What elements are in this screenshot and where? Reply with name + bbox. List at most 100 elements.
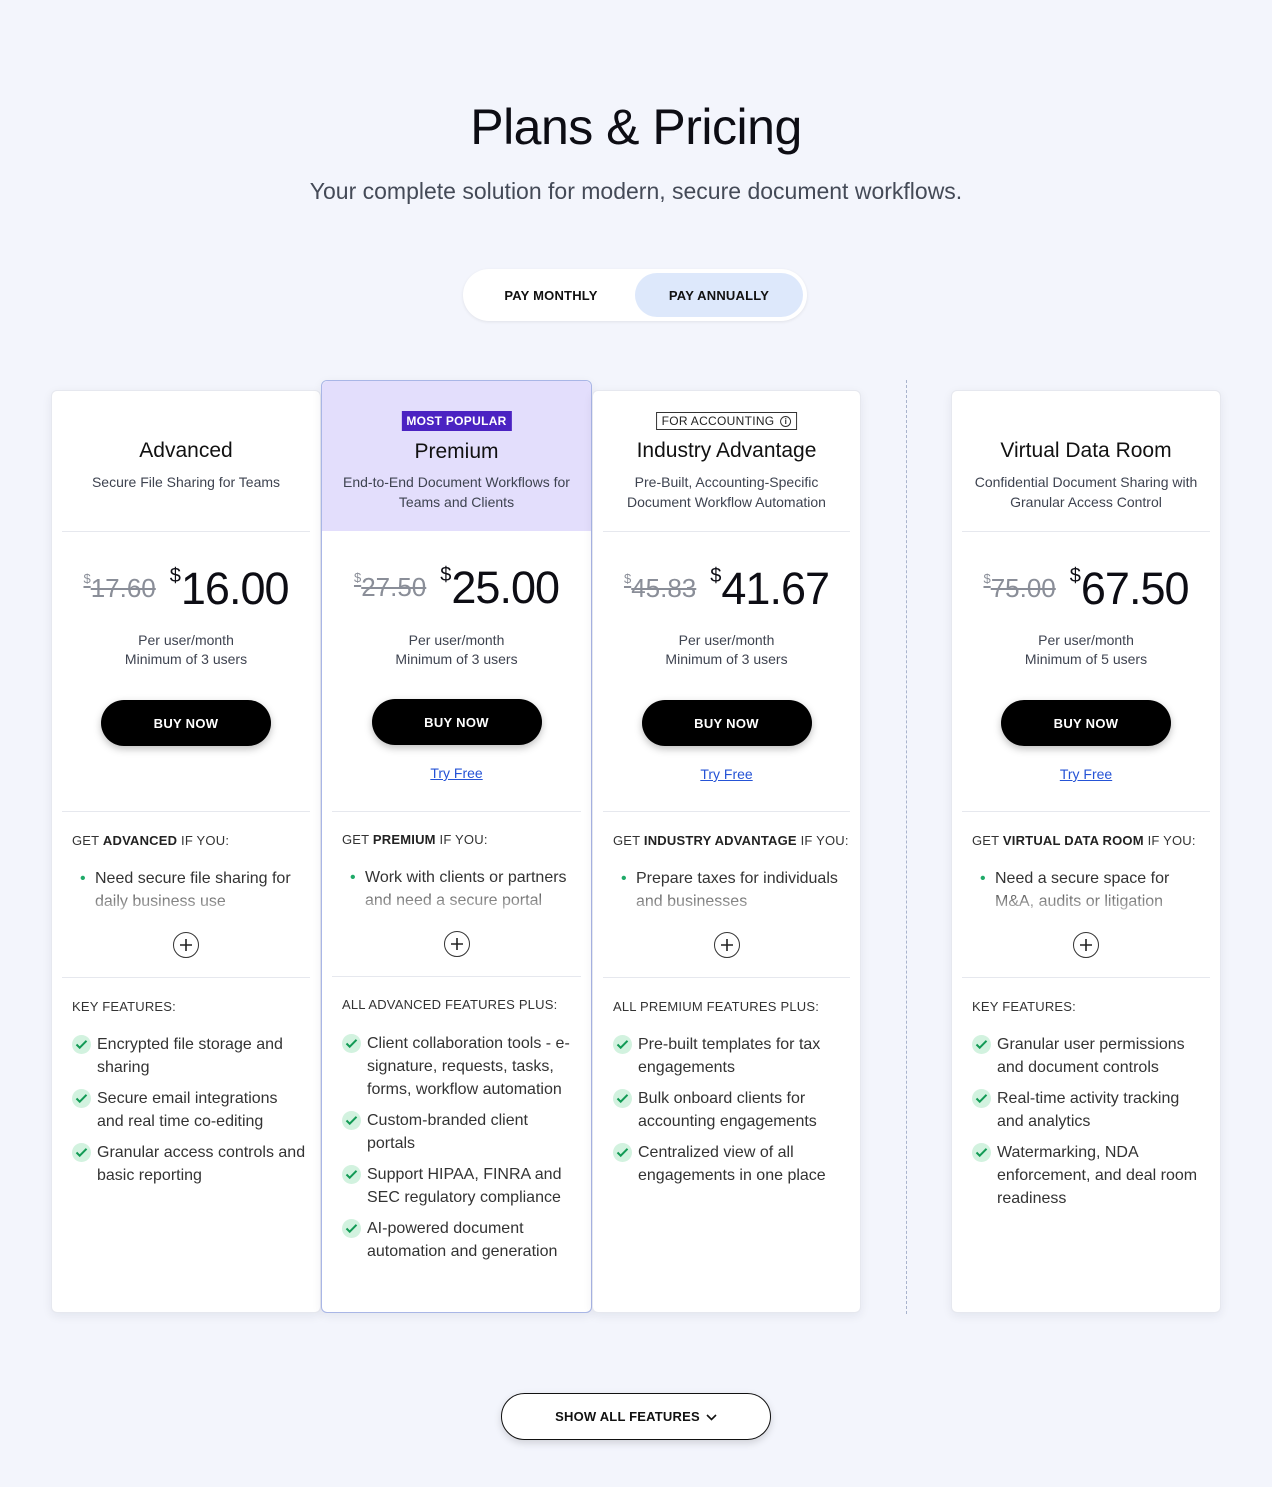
pay-monthly-button[interactable]: PAY MONTHLY <box>467 273 635 317</box>
expand-plus-icon[interactable] <box>173 932 199 958</box>
bullet-icon: • <box>350 869 356 886</box>
buy-now-button[interactable]: BUY NOW <box>1001 700 1171 746</box>
plan-header: Virtual Data Room Confidential Document … <box>952 391 1220 531</box>
plan-card-industry-advantage: FOR ACCOUNTING i Industry Advantage Pre-… <box>592 390 861 1313</box>
divider <box>332 531 581 532</box>
divider <box>603 977 850 978</box>
plan-name: Virtual Data Room <box>1000 439 1172 462</box>
plan-header: Advanced Secure File Sharing for Teams <box>52 391 320 531</box>
plan-tagline: Secure File Sharing for Teams <box>91 474 281 490</box>
feature-list: Granular user permissions and document c… <box>972 1033 1208 1218</box>
plan-header: FOR ACCOUNTING i Industry Advantage Pre-… <box>593 391 860 531</box>
audience-item: • Prepare taxes for individuals and busi… <box>621 867 846 913</box>
check-icon <box>72 1035 91 1054</box>
expand-plus-icon[interactable] <box>443 931 470 957</box>
divider <box>62 977 310 978</box>
page-title: Plans & Pricing <box>470 99 802 155</box>
buy-now-button[interactable]: BUY NOW <box>101 700 271 746</box>
old-price: $17.60 <box>83 571 156 603</box>
price-row: $75.00 $67.50 <box>952 563 1220 615</box>
features-label: ALL ADVANCED FEATURES PLUS: <box>342 997 558 1012</box>
for-accounting-badge: FOR ACCOUNTING i <box>655 412 798 430</box>
expand-plus-icon[interactable] <box>1073 932 1099 958</box>
section-separator <box>906 380 907 1314</box>
features-label: KEY FEATURES: <box>72 999 176 1014</box>
price-row: $27.50 $25.00 <box>322 562 591 614</box>
divider <box>962 531 1210 532</box>
pay-annually-button[interactable]: PAY ANNUALLY <box>635 273 803 317</box>
divider <box>603 531 850 532</box>
feature-item: Real-time activity tracking and analytic… <box>972 1087 1208 1133</box>
current-price: $67.50 <box>1069 563 1190 614</box>
audience-label: GET ADVANCED IF YOU: <box>72 833 230 848</box>
divider <box>603 811 850 812</box>
old-price: $27.50 <box>353 570 427 602</box>
feature-item: Centralized view of all engagements in o… <box>613 1141 848 1187</box>
check-icon <box>342 1034 361 1053</box>
check-icon <box>972 1089 991 1108</box>
divider <box>962 977 1210 978</box>
plan-card-virtual-data-room: Virtual Data Room Confidential Document … <box>951 390 1221 1313</box>
divider <box>962 811 1210 812</box>
try-free-link[interactable]: Try Free <box>322 765 591 781</box>
old-price: $75.00 <box>983 571 1056 603</box>
check-icon <box>342 1165 361 1184</box>
divider <box>62 811 310 812</box>
expand-plus-icon[interactable] <box>713 932 740 958</box>
billing-toggle: PAY MONTHLY PAY ANNUALLY <box>463 269 807 321</box>
check-icon <box>613 1143 632 1162</box>
feature-item: Custom-branded client portals <box>342 1109 579 1155</box>
feature-list: Pre-built templates for tax engagements … <box>613 1033 848 1195</box>
price-row: $45.83 $41.67 <box>593 563 860 615</box>
audience-item: • Need a secure space for M&A, audits or… <box>980 867 1206 913</box>
feature-item: Encrypted file storage and sharing <box>72 1033 308 1079</box>
current-price: $41.67 <box>710 563 830 614</box>
feature-item: Pre-built templates for tax engagements <box>613 1033 848 1079</box>
plan-card-premium: MOST POPULAR Premium End-to-End Document… <box>321 380 592 1313</box>
plan-name: Advanced <box>139 439 233 462</box>
plan-tagline: Confidential Document Sharing with Granu… <box>974 474 1198 510</box>
plan-name: Premium <box>414 440 499 463</box>
audience-label: GET INDUSTRY ADVANTAGE IF YOU: <box>613 833 849 848</box>
audience-label: GET VIRTUAL DATA ROOM IF YOU: <box>972 833 1196 848</box>
plan-tagline: End-to-End Document Workflows for Teams … <box>343 474 570 510</box>
audience-label: GET PREMIUM IF YOU: <box>342 832 488 847</box>
feature-item: Bulk onboard clients for accounting enga… <box>613 1087 848 1133</box>
bullet-icon: • <box>980 870 986 887</box>
divider <box>62 531 310 532</box>
check-icon <box>972 1143 991 1162</box>
plan-name: Industry Advantage <box>636 439 817 462</box>
check-icon <box>72 1143 91 1162</box>
features-label: ALL PREMIUM FEATURES PLUS: <box>613 999 820 1014</box>
check-icon <box>613 1035 632 1054</box>
price-note: Per user/month Minimum of 3 users <box>124 632 248 667</box>
price-row: $17.60 $16.00 <box>52 563 320 615</box>
feature-item: Support HIPAA, FINRA and SEC regulatory … <box>342 1163 579 1209</box>
feature-item: Client collaboration tools - e-signature… <box>342 1032 579 1101</box>
try-free-link[interactable]: Try Free <box>952 766 1220 782</box>
show-all-features-button[interactable]: SHOW ALL FEATURES <box>501 1393 771 1440</box>
feature-list: Encrypted file storage and sharing Secur… <box>72 1033 308 1195</box>
info-icon[interactable]: i <box>780 415 792 427</box>
feature-item: Granular access controls and basic repor… <box>72 1141 308 1187</box>
buy-now-button[interactable]: BUY NOW <box>641 700 812 746</box>
current-price: $25.00 <box>440 562 560 613</box>
feature-item: Granular user permissions and document c… <box>972 1033 1208 1079</box>
plan-tagline: Pre-Built, Accounting-Specific Document … <box>627 474 826 510</box>
page-subtitle: Your complete solution for modern, secur… <box>309 178 963 204</box>
divider <box>332 811 581 812</box>
feature-item: Secure email integrations and real time … <box>72 1087 308 1133</box>
features-label: KEY FEATURES: <box>972 999 1076 1014</box>
try-free-link[interactable]: Try Free <box>593 766 860 782</box>
plan-card-advanced: Advanced Secure File Sharing for Teams $… <box>51 390 321 1313</box>
check-icon <box>342 1111 361 1130</box>
check-icon <box>342 1219 361 1238</box>
price-note: Per user/month Minimum of 5 users <box>1024 632 1148 667</box>
plan-header: MOST POPULAR Premium End-to-End Document… <box>322 381 591 531</box>
feature-list: Client collaboration tools - e-signature… <box>342 1032 579 1271</box>
check-icon <box>72 1089 91 1108</box>
divider <box>332 976 581 977</box>
buy-now-button[interactable]: BUY NOW <box>371 699 542 745</box>
current-price: $16.00 <box>169 563 290 614</box>
bullet-icon: • <box>80 870 86 887</box>
